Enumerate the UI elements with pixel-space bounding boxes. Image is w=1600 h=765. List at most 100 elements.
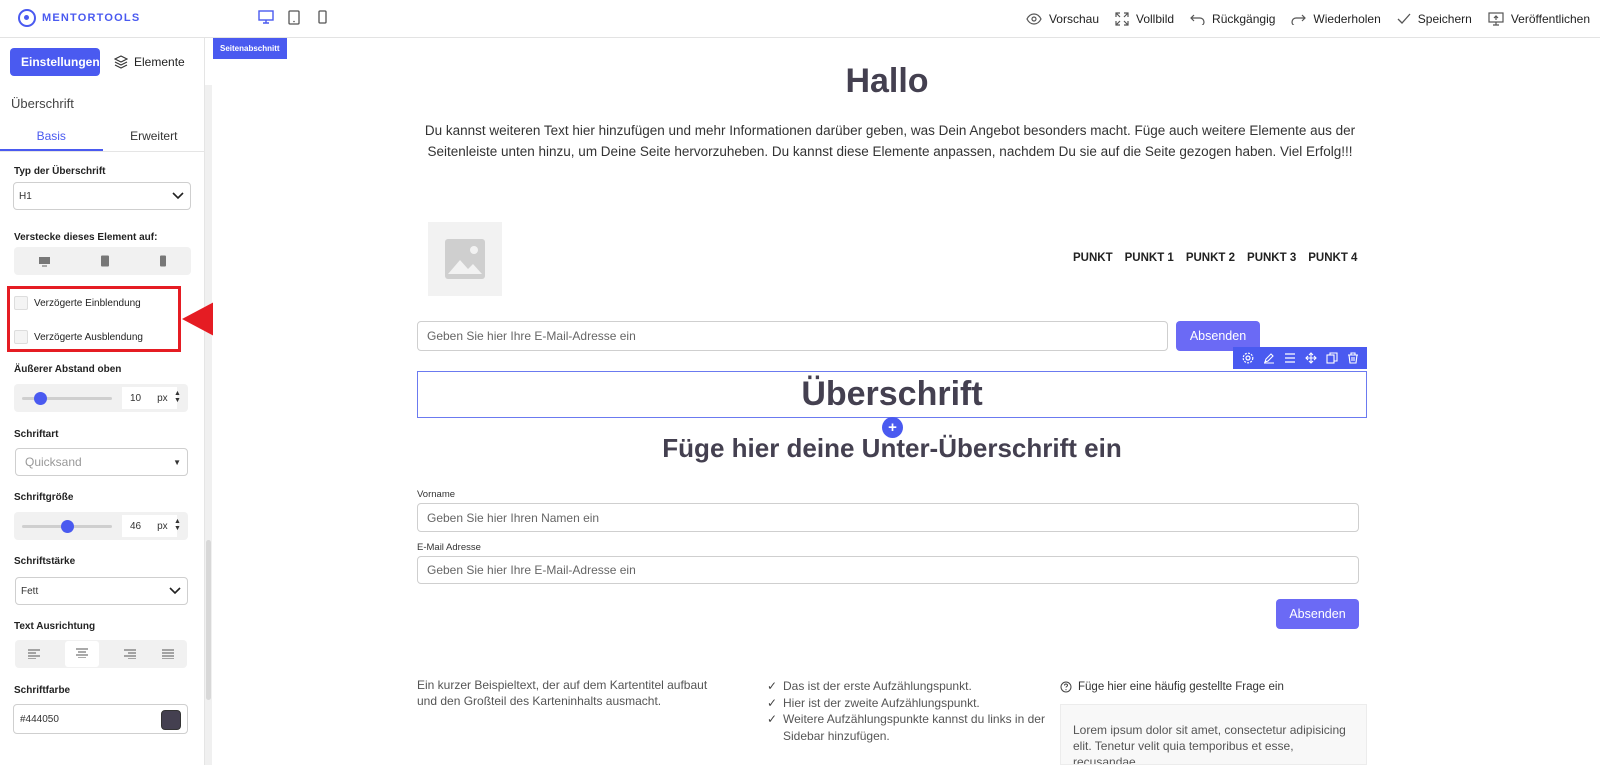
unit-label: px bbox=[157, 392, 168, 404]
margin-top-value: 10 bbox=[130, 392, 142, 404]
list-item[interactable]: ✓ Weitere Aufzählungspunkte kannst du lin… bbox=[767, 711, 1057, 744]
tablet-icon[interactable] bbox=[286, 9, 302, 25]
desktop-icon[interactable] bbox=[258, 9, 274, 25]
redo-label: Wiederholen bbox=[1313, 12, 1381, 26]
menu-item[interactable]: PUNKT 4 bbox=[1308, 252, 1357, 264]
hide-element-label: Verstecke dieses Element auf: bbox=[14, 232, 158, 243]
text-align-toggle bbox=[15, 640, 187, 668]
image-icon bbox=[445, 239, 485, 279]
intro-text[interactable]: Du kannst weiteren Text hier hinzufügen … bbox=[410, 120, 1370, 162]
font-size-value: 46 bbox=[130, 520, 142, 532]
publish-button[interactable]: Veröffentlichen bbox=[1488, 12, 1590, 26]
device-switcher bbox=[258, 9, 330, 25]
stepper-arrows[interactable]: ▲ ▼ bbox=[174, 390, 181, 404]
newsletter-email-input[interactable]: Geben Sie hier Ihre E-Mail-Adresse ein bbox=[417, 321, 1168, 351]
highlight-box bbox=[7, 286, 181, 352]
fullscreen-button[interactable]: Vollbild bbox=[1115, 12, 1174, 26]
save-button[interactable]: Speichern bbox=[1397, 12, 1472, 26]
font-weight-select[interactable]: Fett bbox=[15, 577, 188, 605]
align-left-icon[interactable] bbox=[27, 649, 41, 659]
font-select[interactable]: Quicksand ▼ bbox=[15, 448, 188, 476]
publish-label: Veröffentlichen bbox=[1510, 12, 1590, 26]
check-icon: ✓ bbox=[767, 712, 778, 726]
selected-heading-element[interactable]: Überschrift bbox=[417, 371, 1367, 418]
list-item[interactable]: ✓ Hier ist der zweite Aufzählungspunkt. bbox=[767, 695, 1057, 712]
sidebar-scrollbar[interactable] bbox=[205, 85, 212, 765]
duplicate-icon[interactable] bbox=[1325, 352, 1338, 364]
sidebar-tabs: Basis Erweitert bbox=[0, 124, 205, 152]
color-input[interactable]: #444050 bbox=[13, 704, 188, 734]
card-text[interactable]: Ein kurzer Beispieltext, der auf dem Kar… bbox=[417, 677, 717, 709]
fullscreen-label: Vollbild bbox=[1136, 12, 1175, 26]
logo-text: MENTORTOOLS bbox=[42, 12, 141, 24]
margin-top-input[interactable]: 10 px bbox=[122, 387, 177, 409]
align-center-icon bbox=[76, 648, 88, 659]
subheading[interactable]: Füge hier deine Unter-Überschrift ein bbox=[417, 433, 1367, 464]
phone-icon[interactable] bbox=[159, 255, 167, 267]
page-heading[interactable]: Hallo bbox=[0, 62, 1600, 101]
preview-button[interactable]: Vorschau bbox=[1026, 12, 1099, 26]
faq-answer[interactable]: Lorem ipsum dolor sit amet, consectetur … bbox=[1060, 704, 1367, 765]
font-size-slider[interactable]: 46 px ▲ ▼ bbox=[14, 512, 188, 540]
section-tag[interactable]: Seitenabschnitt bbox=[213, 38, 287, 59]
tab-basis[interactable]: Basis bbox=[0, 124, 103, 151]
font-weight-label: Schriftstärke bbox=[14, 556, 76, 567]
firstname-input[interactable]: Geben Sie hier Ihren Namen ein bbox=[417, 503, 1359, 532]
redo-icon bbox=[1291, 14, 1307, 25]
check-icon: ✓ bbox=[767, 679, 778, 693]
logo-icon bbox=[18, 9, 36, 27]
email-field[interactable]: Geben Sie hier Ihre E-Mail-Adresse ein bbox=[417, 556, 1359, 584]
menu-item[interactable]: PUNKT 1 bbox=[1125, 252, 1174, 264]
margin-top-slider[interactable]: 10 px ▲ ▼ bbox=[14, 384, 188, 412]
desktop-icon[interactable] bbox=[38, 256, 51, 267]
image-placeholder[interactable] bbox=[428, 222, 502, 296]
list-item[interactable]: ✓ Das ist der erste Aufzählungspunkt. bbox=[767, 678, 1057, 695]
color-swatch[interactable] bbox=[161, 710, 181, 730]
edit-icon[interactable] bbox=[1263, 352, 1275, 364]
menu-item[interactable]: PUNKT 2 bbox=[1186, 252, 1235, 264]
element-toolbar bbox=[1233, 347, 1367, 369]
faq-question[interactable]: Füge hier eine häufig gestellte Frage ei… bbox=[1060, 681, 1284, 693]
menu-item[interactable]: PUNKT bbox=[1073, 252, 1113, 264]
phone-icon[interactable] bbox=[314, 9, 330, 25]
heading-type-label: Typ der Überschrift bbox=[14, 166, 106, 177]
font-size-label: Schriftgröße bbox=[14, 492, 74, 503]
list-item-text: Weitere Aufzählungspunkte kannst du link… bbox=[783, 712, 1045, 743]
slider-thumb[interactable] bbox=[33, 392, 47, 405]
hide-device-toggle bbox=[14, 247, 191, 275]
heading-type-value: H1 bbox=[19, 190, 32, 202]
font-value: Quicksand bbox=[25, 455, 82, 469]
menu-item[interactable]: PUNKT 3 bbox=[1247, 252, 1296, 264]
font-weight-value: Fett bbox=[21, 585, 39, 597]
color-value: #444050 bbox=[20, 713, 59, 725]
align-icon[interactable] bbox=[1284, 352, 1296, 364]
bullet-list: ✓ Das ist der erste Aufzählungspunkt. ✓ Hi… bbox=[767, 678, 1057, 744]
nav-menu: PUNKT PUNKT 1 PUNKT 2 PUNKT 3 PUNKT 4 bbox=[1073, 252, 1357, 264]
check-icon bbox=[1397, 13, 1411, 24]
heading-type-select[interactable]: H1 bbox=[13, 182, 191, 210]
redo-button[interactable]: Wiederholen bbox=[1291, 12, 1381, 26]
align-right-icon[interactable] bbox=[123, 649, 137, 659]
top-bar: MENTORTOOLS Vorschau Vollbild Rückgängig… bbox=[0, 0, 1600, 38]
stepper-arrows[interactable]: ▲ ▼ bbox=[174, 518, 181, 532]
check-icon: ✓ bbox=[767, 695, 778, 710]
firstname-label: Vorname bbox=[417, 489, 456, 500]
email-placeholder: Geben Sie hier Ihre E-Mail-Adresse ein bbox=[427, 329, 636, 343]
form-submit-button[interactable]: Absenden bbox=[1276, 599, 1359, 629]
move-icon[interactable] bbox=[1304, 352, 1317, 364]
firstname-placeholder: Geben Sie hier Ihren Namen ein bbox=[427, 510, 600, 525]
tab-erweitert[interactable]: Erweitert bbox=[103, 124, 206, 151]
undo-icon bbox=[1190, 14, 1205, 25]
list-item-text: Hier ist der zweite Aufzählungspunkt. bbox=[783, 695, 980, 710]
align-justify-icon[interactable] bbox=[161, 649, 175, 659]
undo-label: Rückgängig bbox=[1212, 12, 1276, 26]
align-center-option[interactable] bbox=[65, 641, 99, 667]
trash-icon[interactable] bbox=[1347, 352, 1359, 364]
undo-button[interactable]: Rückgängig bbox=[1190, 12, 1275, 26]
tablet-icon[interactable] bbox=[100, 255, 110, 267]
font-size-input[interactable]: 46 px bbox=[122, 515, 177, 537]
font-label: Schriftart bbox=[14, 429, 59, 440]
gear-icon[interactable] bbox=[1242, 352, 1254, 364]
slider-thumb[interactable] bbox=[61, 520, 74, 533]
heading-text[interactable]: Überschrift bbox=[801, 375, 982, 414]
